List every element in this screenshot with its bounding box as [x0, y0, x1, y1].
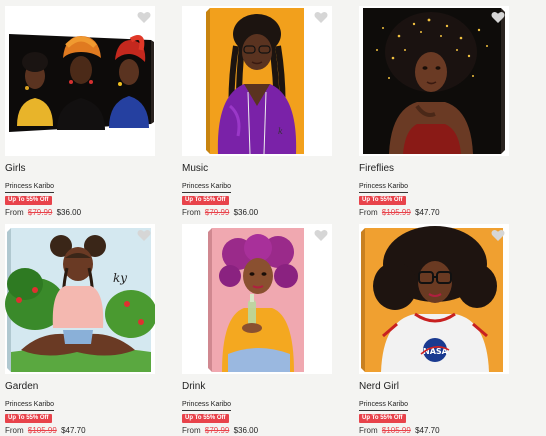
sale-price: $36.00: [233, 426, 259, 435]
price-row: From $79.99 $36.00: [182, 426, 332, 436]
product-title[interactable]: Nerd Girl: [359, 381, 509, 393]
product-title[interactable]: Girls: [5, 163, 155, 175]
product-title[interactable]: Drink: [182, 381, 332, 393]
product-card[interactable]: Fireflies Princess Karibo Up To 55% Off …: [359, 6, 509, 218]
product-image[interactable]: [5, 6, 155, 156]
sale-price: $36.00: [56, 208, 82, 217]
product-title[interactable]: Garden: [5, 381, 155, 393]
svg-text:k: k: [278, 127, 283, 136]
girl-braids-headphones-icon: k: [206, 8, 304, 155]
girl-garden-icon: ky: [5, 228, 155, 372]
sale-price: $47.70: [61, 426, 86, 435]
sale-price: $47.70: [415, 426, 440, 435]
discount-badge: Up To 55% Off: [5, 196, 52, 205]
product-title[interactable]: Music: [182, 163, 332, 175]
artist-link[interactable]: Princess Karibo: [182, 182, 232, 193]
three-women-headwrap-icon: [9, 34, 154, 132]
price-row: From $105.99 $47.70: [359, 208, 509, 218]
price-row: From $105.99 $47.70: [359, 426, 509, 436]
original-price: $105.99: [27, 426, 57, 435]
favorite-heart-icon[interactable]: [137, 11, 151, 24]
product-card[interactable]: Drink Princess Karibo Up To 55% Off From…: [182, 224, 332, 436]
artist-link[interactable]: Princess Karibo: [5, 400, 55, 411]
original-price: $79.99: [27, 208, 53, 217]
woman-afro-fireflies-icon: [363, 8, 505, 154]
product-title[interactable]: Fireflies: [359, 163, 509, 175]
favorite-heart-icon[interactable]: [491, 11, 505, 24]
artist-link[interactable]: Princess Karibo: [182, 400, 232, 411]
original-price: $79.99: [204, 208, 230, 217]
price-row: From $79.99 $36.00: [182, 208, 332, 218]
original-price: $105.99: [381, 426, 411, 435]
price-from-label: From: [182, 426, 201, 435]
price-from-label: From: [359, 208, 378, 217]
sale-price: $47.70: [415, 208, 440, 217]
price-from-label: From: [359, 426, 378, 435]
product-card[interactable]: Girls Princess Karibo Up To 55% Off From…: [5, 6, 155, 218]
artist-link[interactable]: Princess Karibo: [5, 182, 55, 193]
sale-price: $36.00: [233, 208, 259, 217]
price-row: From $79.99 $36.00: [5, 208, 155, 218]
nerd-girl-nasa-icon: NASA: [361, 226, 503, 372]
price-from-label: From: [5, 208, 24, 217]
original-price: $79.99: [204, 426, 230, 435]
favorite-heart-icon[interactable]: [314, 11, 328, 24]
product-card[interactable]: ky Garden Princess Karibo Up To 55% Off …: [5, 224, 155, 436]
favorite-heart-icon[interactable]: [491, 229, 505, 242]
original-price: $105.99: [381, 208, 411, 217]
product-image[interactable]: ky: [5, 224, 155, 374]
svg-text:ky: ky: [113, 271, 127, 285]
price-from-label: From: [182, 208, 201, 217]
artist-link[interactable]: Princess Karibo: [359, 182, 409, 193]
discount-badge: Up To 55% Off: [182, 414, 229, 423]
product-image[interactable]: NASA: [359, 224, 509, 374]
discount-badge: Up To 55% Off: [182, 196, 229, 205]
favorite-heart-icon[interactable]: [137, 229, 151, 242]
discount-badge: Up To 55% Off: [5, 414, 52, 423]
product-card[interactable]: NASA Nerd Girl Princess Karibo Up To 55%…: [359, 224, 509, 436]
price-row: From $105.99 $47.70: [5, 426, 155, 436]
product-card[interactable]: k Music Princess Karibo Up To 55% Off Fr…: [182, 6, 332, 218]
favorite-heart-icon[interactable]: [314, 229, 328, 242]
discount-badge: Up To 55% Off: [359, 414, 406, 423]
price-from-label: From: [5, 426, 24, 435]
girl-pink-hair-drink-icon: [208, 228, 304, 372]
product-image[interactable]: [359, 6, 509, 156]
artist-link[interactable]: Princess Karibo: [359, 400, 409, 411]
product-image[interactable]: k: [182, 6, 332, 156]
product-image[interactable]: [182, 224, 332, 374]
discount-badge: Up To 55% Off: [359, 196, 406, 205]
